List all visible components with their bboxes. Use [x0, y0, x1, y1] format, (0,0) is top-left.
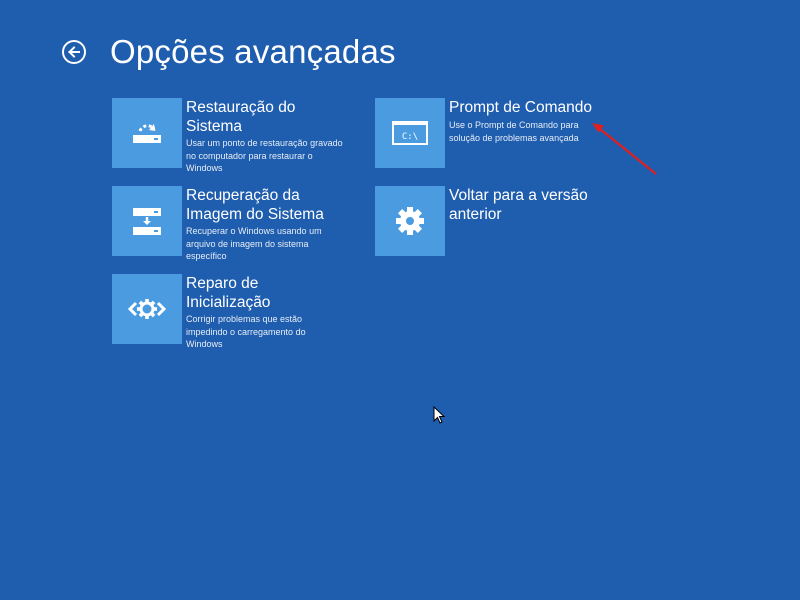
mouse-cursor-icon	[433, 406, 445, 424]
annotation-arrow	[592, 123, 657, 175]
